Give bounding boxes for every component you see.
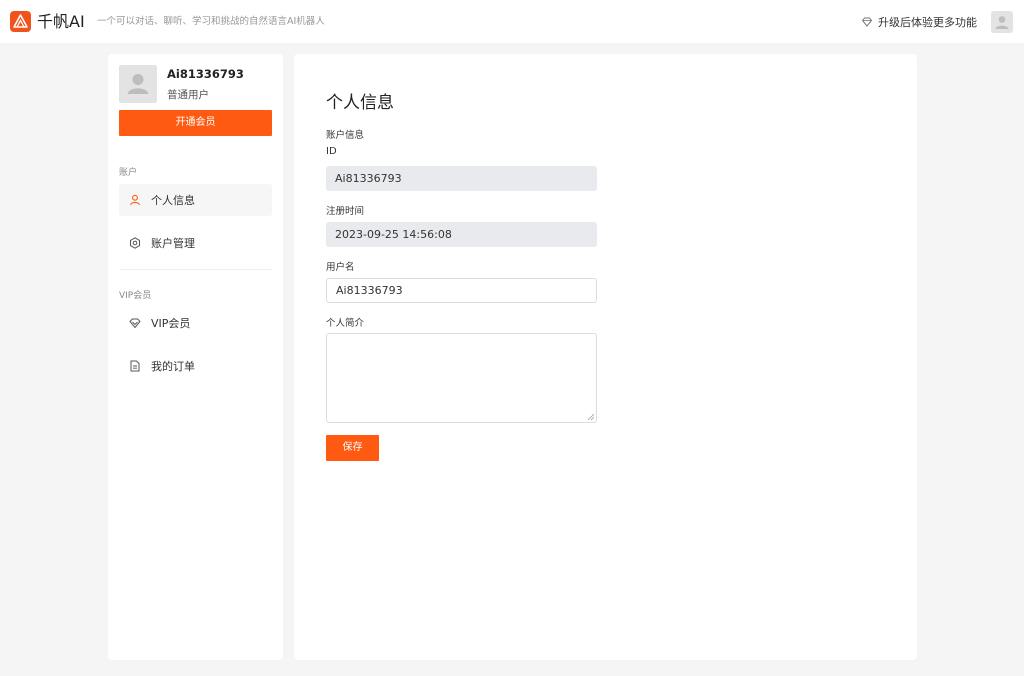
section-label-account: 账户	[119, 168, 138, 178]
username-label: 用户名	[326, 262, 355, 273]
register-time-field: 2023-09-25 14:56:08	[326, 222, 597, 247]
resize-grip-icon[interactable]	[587, 413, 595, 421]
sidebar-item-label: 账户管理	[151, 237, 195, 250]
register-time-label: 注册时间	[326, 206, 365, 217]
sidebar-item-profile[interactable]: 个人信息	[119, 184, 272, 216]
diamond-icon	[129, 318, 141, 329]
section-label-vip: VIP会员	[119, 291, 152, 301]
top-user-avatar[interactable]	[991, 11, 1013, 33]
sidebar: Ai81336793 普通用户 开通会员 账户 个人信息 账户管理 VIP会员 …	[108, 54, 283, 660]
sidebar-item-label: VIP会员	[151, 317, 191, 330]
document-icon	[130, 360, 140, 372]
brand-name[interactable]: 千帆AI	[37, 11, 85, 32]
id-label: ID	[326, 146, 337, 157]
sidebar-item-my-orders[interactable]: 我的订单	[119, 350, 272, 382]
sidebar-item-label: 个人信息	[151, 194, 195, 207]
id-field: Ai81336793	[326, 166, 597, 191]
user-avatar-icon	[127, 74, 149, 94]
user-name: Ai81336793	[167, 67, 244, 81]
upgrade-link[interactable]: 升级后体验更多功能	[861, 14, 977, 30]
user-icon	[130, 194, 140, 206]
page-title: 个人信息	[326, 93, 394, 113]
sidebar-divider	[119, 269, 272, 270]
open-vip-button[interactable]: 开通会员	[119, 110, 272, 136]
gear-icon	[130, 237, 140, 249]
user-level: 普通用户	[167, 89, 209, 101]
sidebar-item-label: 我的订单	[151, 360, 195, 373]
user-avatar[interactable]	[119, 65, 157, 103]
account-info-label: 账户信息	[326, 130, 365, 141]
upgrade-label: 升级后体验更多功能	[878, 16, 977, 29]
user-avatar-icon	[995, 16, 1009, 29]
bio-label: 个人简介	[326, 318, 365, 329]
save-button[interactable]: 保存	[326, 435, 379, 461]
top-bar: 千帆AI 一个可以对话、聊听、学习和挑战的自然语言AI机器人 升级后体验更多功能	[0, 0, 1024, 43]
slogan: 一个可以对话、聊听、学习和挑战的自然语言AI机器人	[97, 16, 325, 27]
sidebar-item-vip[interactable]: VIP会员	[119, 307, 272, 339]
profile-panel: 个人信息 账户信息 ID Ai81336793 注册时间 2023-09-25 …	[294, 54, 917, 660]
bio-textarea[interactable]	[326, 333, 597, 423]
sidebar-item-account-management[interactable]: 账户管理	[119, 227, 272, 259]
diamond-icon	[861, 17, 873, 27]
sail-logo-icon[interactable]	[10, 11, 31, 32]
username-input[interactable]: Ai81336793	[326, 278, 597, 303]
